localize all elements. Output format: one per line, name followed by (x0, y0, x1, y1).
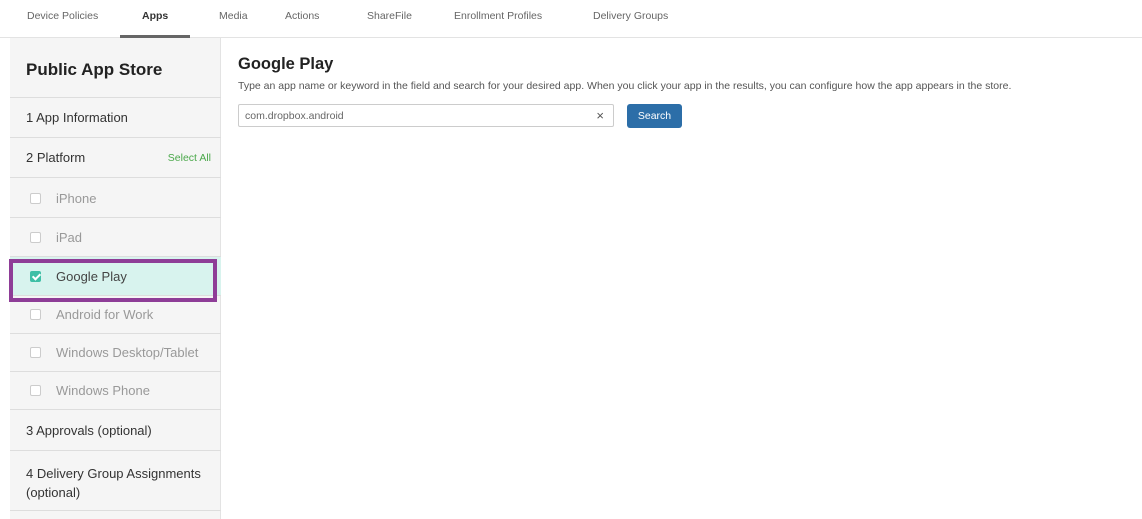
platform-label: Android for Work (56, 307, 154, 322)
checkbox-windows-desktop-tablet[interactable] (30, 347, 41, 358)
platform-label: iPad (56, 229, 83, 245)
step-label: 1 App Information (26, 110, 128, 125)
step-delivery-group-assignments[interactable]: 4 Delivery Group Assignments (optional) (10, 451, 221, 511)
step-label-line2: (optional) (26, 485, 81, 500)
search-field[interactable]: × (238, 104, 614, 127)
clear-icon[interactable]: × (596, 108, 604, 123)
platform-label: Google Play (56, 268, 127, 284)
tab-enrollment-profiles[interactable]: Enrollment Profiles (454, 10, 542, 22)
sidebar: Public App Store 1 App Information 2 Pla… (10, 38, 221, 519)
search-button[interactable]: Search (627, 104, 682, 128)
step-label: 4 Delivery Group Assignments (optional) (26, 464, 201, 502)
platform-iphone[interactable]: iPhone (10, 179, 221, 218)
checkbox-windows-phone[interactable] (30, 385, 41, 396)
checkbox-iphone[interactable] (30, 192, 41, 204)
tab-media[interactable]: Media (219, 10, 248, 22)
sidebar-title: Public App Store (10, 38, 221, 98)
tab-apps[interactable]: Apps (142, 10, 168, 22)
step-app-information[interactable]: 1 App Information (10, 98, 221, 138)
checkbox-ipad[interactable] (30, 231, 41, 243)
platform-windows-phone[interactable]: Windows Phone (10, 372, 221, 410)
tab-sharefile[interactable]: ShareFile (367, 10, 412, 22)
step-label: 3 Approvals (optional) (26, 423, 152, 438)
platform-windows-desktop-tablet[interactable]: Windows Desktop/Tablet (10, 334, 221, 372)
step-label: 2 Platform (26, 150, 86, 165)
platform-android-for-work[interactable]: Android for Work (10, 296, 221, 334)
select-all-link[interactable]: Select All (168, 152, 211, 164)
page-title: Google Play (238, 55, 334, 73)
platform-label: Windows Phone (56, 383, 150, 398)
checkbox-google-play[interactable] (30, 270, 41, 282)
step-label-line1: 4 Delivery Group Assignments (26, 466, 201, 481)
platform-ipad[interactable]: iPad (10, 218, 221, 257)
platform-google-play[interactable]: Google Play (10, 257, 221, 296)
platform-label: Windows Desktop/Tablet (56, 345, 199, 360)
page-description: Type an app name or keyword in the field… (238, 80, 1012, 92)
step-approvals[interactable]: 3 Approvals (optional) (10, 411, 221, 451)
top-nav: Device Policies Apps Media Actions Share… (0, 0, 1142, 38)
platform-label: iPhone (56, 190, 97, 206)
tab-delivery-groups[interactable]: Delivery Groups (593, 10, 668, 22)
tab-actions[interactable]: Actions (285, 10, 319, 22)
tab-device-policies[interactable]: Device Policies (27, 10, 98, 22)
search-input[interactable] (245, 107, 575, 124)
step-platform[interactable]: 2 Platform Select All (10, 138, 221, 178)
checkbox-android-for-work[interactable] (30, 309, 41, 320)
